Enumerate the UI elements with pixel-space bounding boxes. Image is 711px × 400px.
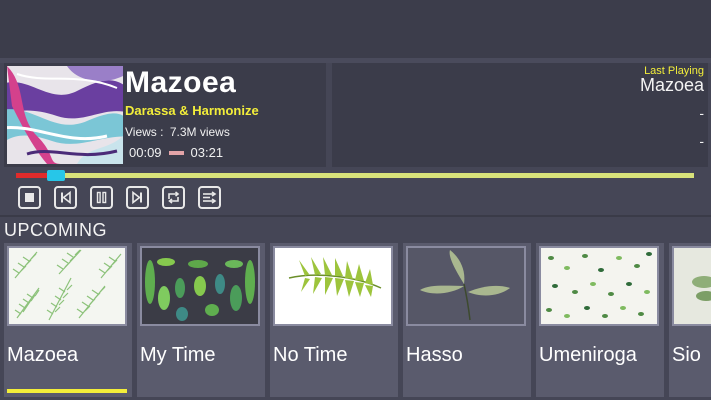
last-playing-title: Mazoea [639,75,704,95]
upcoming-card[interactable]: My Time [137,243,265,397]
repeat-button[interactable] [162,186,185,209]
upcoming-card[interactable]: Mazoea [4,243,132,397]
next-button[interactable] [126,186,149,209]
album-art[interactable] [7,66,123,164]
seek-bar[interactable] [16,170,694,181]
seek-bar-played [16,173,47,178]
now-playing-indicator [7,389,127,393]
top-app-bar [0,0,711,58]
upcoming-card[interactable]: Sio [669,243,711,397]
upcoming-card[interactable]: Umeniroga [536,243,664,397]
previous-button[interactable] [54,186,77,209]
card-title: No Time [273,344,348,366]
upcoming-card[interactable]: Hasso [403,243,531,397]
stop-icon [25,193,34,202]
pause-icon [96,191,107,204]
skip-next-icon [132,191,142,204]
pause-button[interactable] [90,186,113,209]
card-thumbnail [140,246,260,326]
section-divider [0,215,711,217]
last-playing-panel: Last Playing Mazoea - - [332,63,708,167]
last-playing-line-3: - [699,133,704,149]
card-thumbnail [672,246,711,326]
card-title: Umeniroga [539,344,637,366]
elapsed-time: 00:09 [129,145,162,160]
song-title: Mazoea [125,66,237,99]
card-thumbnail [273,246,393,326]
view-count: Views : 7.3M views [125,125,230,139]
stop-button[interactable] [18,186,41,209]
card-thumbnail [7,246,127,326]
repeat-icon [168,191,180,204]
views-label: Views : [125,125,164,139]
seek-bar-thumb[interactable] [47,170,65,181]
shuffle-button[interactable] [198,186,221,209]
time-separator [168,150,184,155]
upcoming-heading: UPCOMING [4,220,107,240]
upcoming-card[interactable]: No Time [270,243,398,397]
total-duration: 03:21 [190,145,224,160]
views-value: 7.3M views [169,125,230,139]
card-title: Mazoea [7,344,79,366]
card-title: Sio [672,344,701,366]
card-title: My Time [140,344,216,366]
last-playing-line-2: - [699,105,704,121]
playback-controls [18,186,221,209]
time-row: 00:09 03:21 [129,145,223,160]
card-thumbnail [406,246,526,326]
card-thumbnail [539,246,659,326]
now-playing-panel: Mazoea Darassa & Harmonize Views : 7.3M … [4,63,326,167]
shuffle-icon [203,191,217,204]
skip-previous-icon [61,191,71,204]
upcoming-list[interactable]: Mazoea My Time No Time Hasso Umeniroga S… [4,243,711,400]
artist-name: Darassa & Harmonize [125,103,259,118]
card-title: Hasso [406,344,463,366]
